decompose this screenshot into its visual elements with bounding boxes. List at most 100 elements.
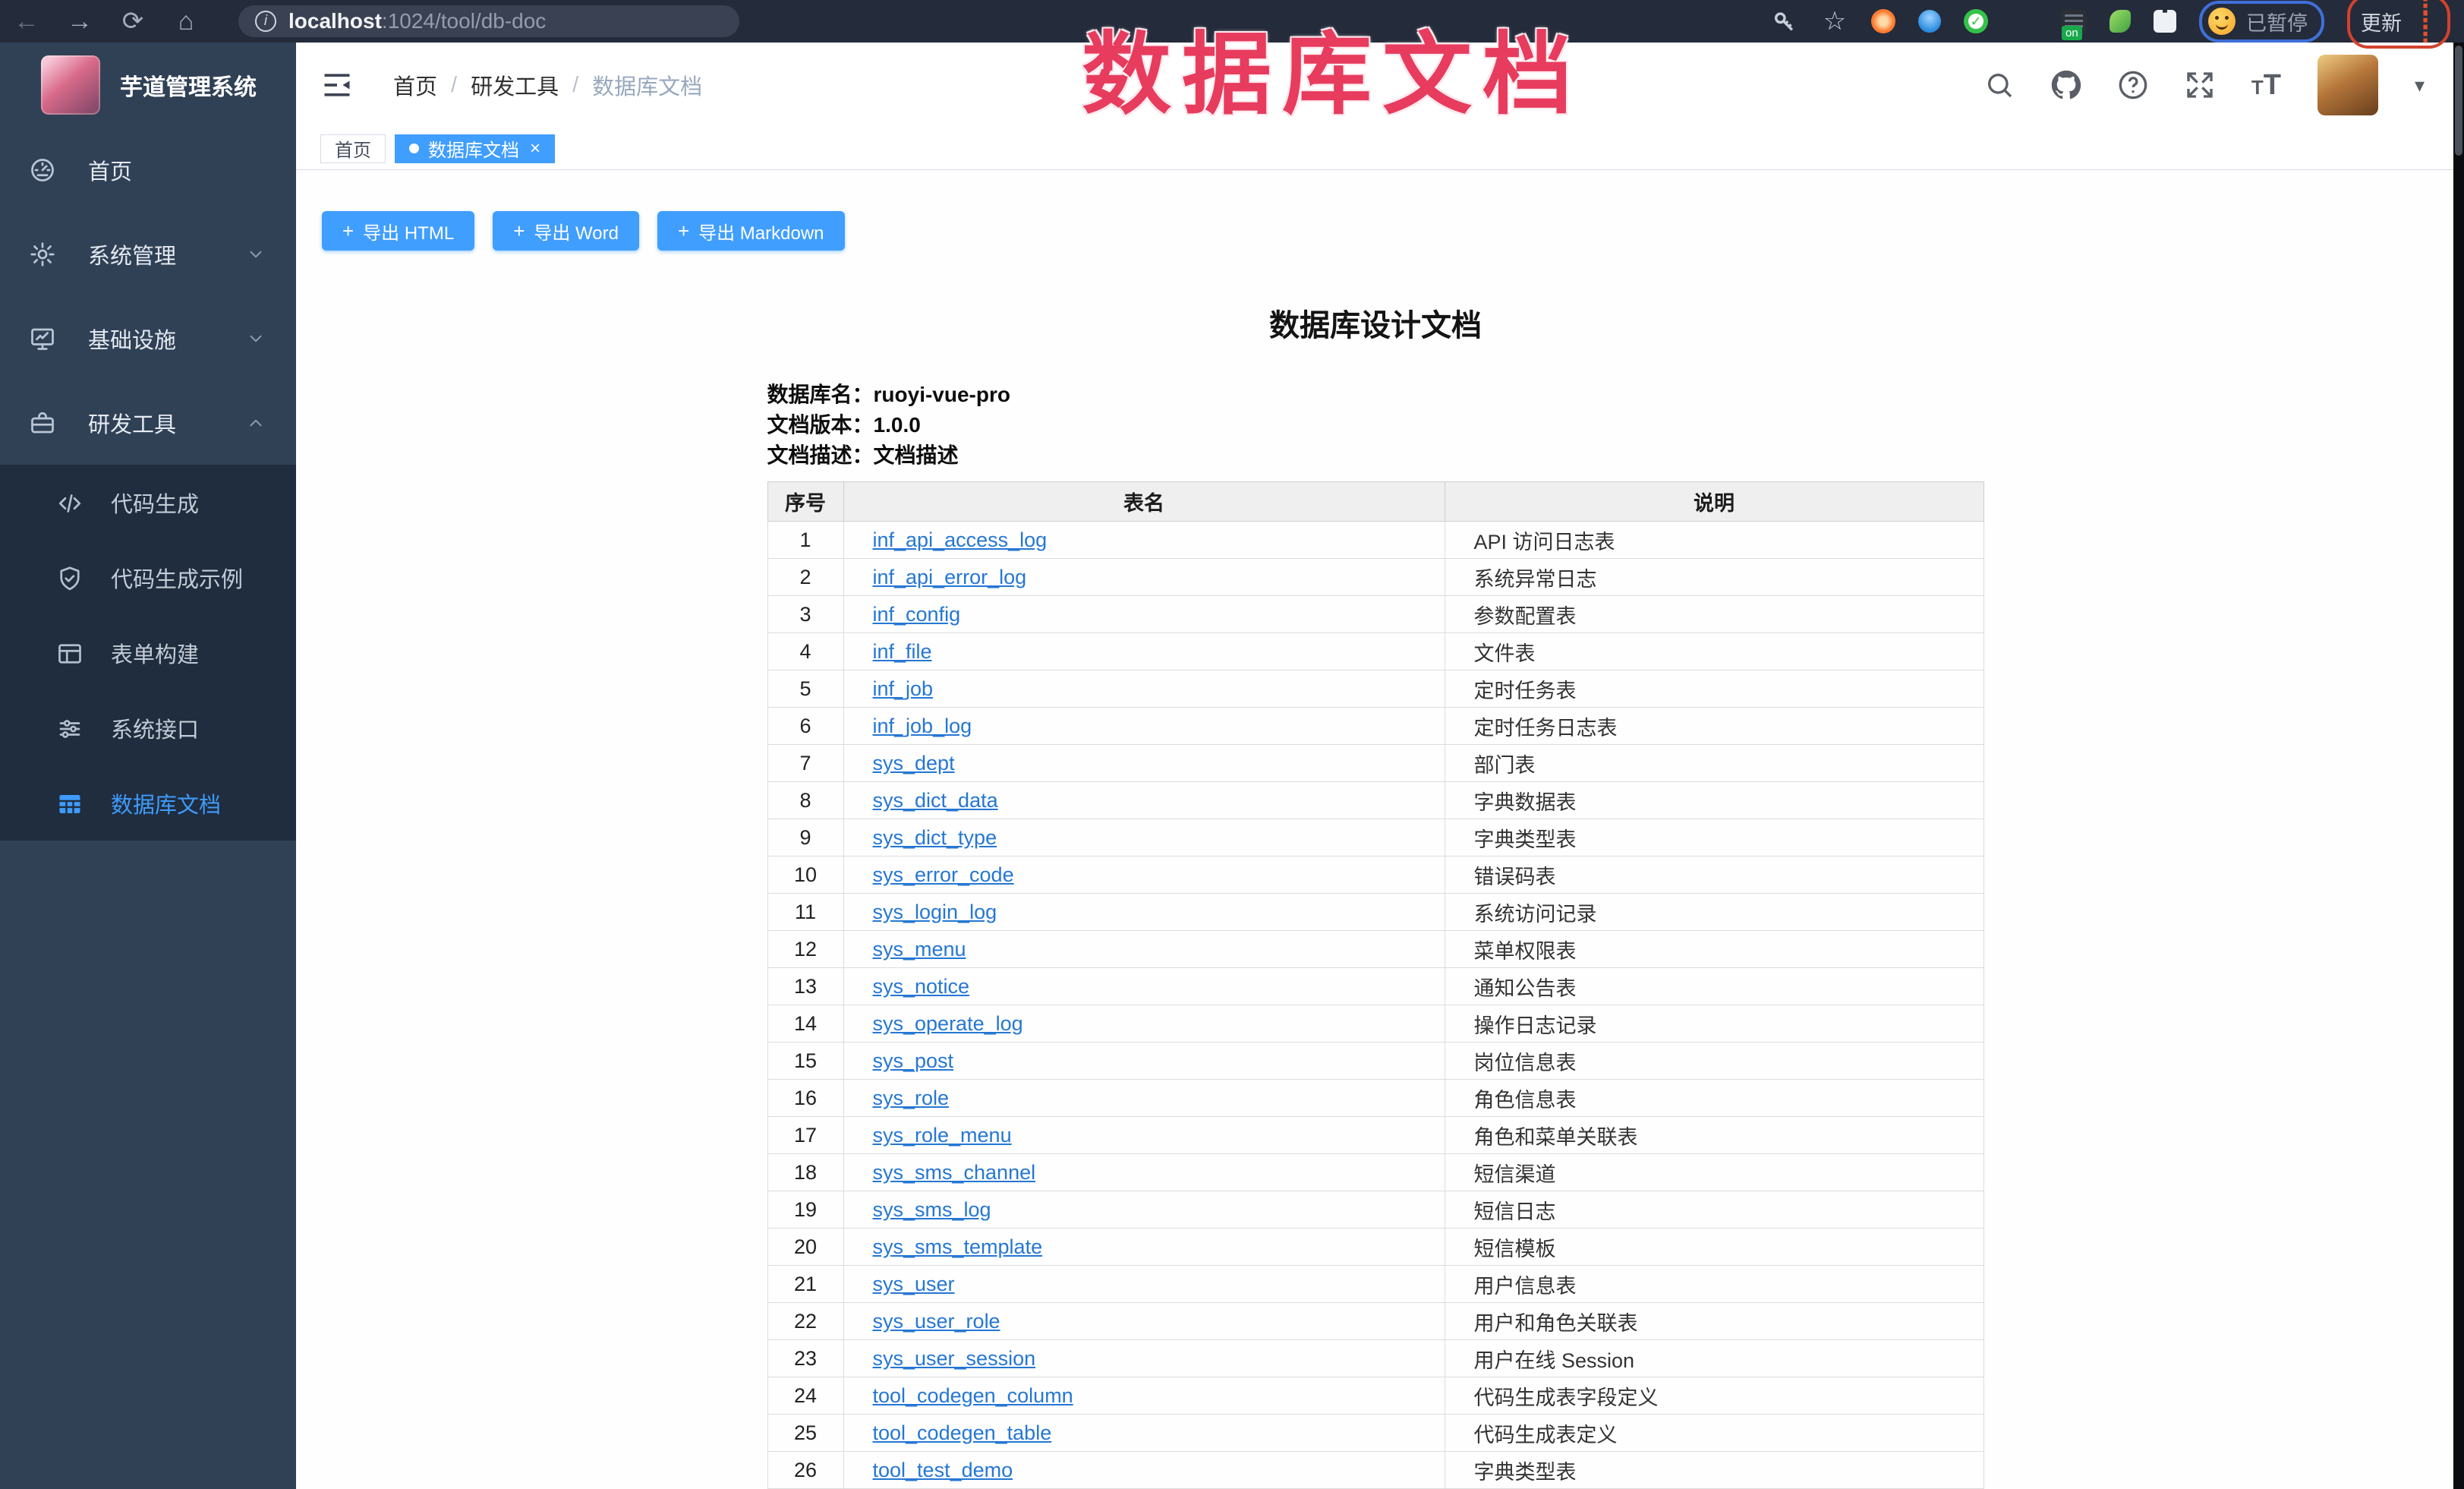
chevron-down-icon[interactable]: ▾	[2415, 74, 2425, 97]
plus-icon: +	[342, 219, 354, 243]
address-bar[interactable]: i localhost:1024/tool/db-doc	[238, 5, 739, 37]
table-name-link[interactable]: sys_operate_log	[873, 1012, 1023, 1035]
table-name-link[interactable]: inf_config	[873, 603, 961, 626]
scrollbar-thumb[interactable]	[2455, 46, 2462, 156]
table-desc-cell: 错误码表	[1445, 856, 1983, 894]
extension-leaf-icon[interactable]	[2110, 10, 2131, 33]
refresh-icon[interactable]: ⟳	[106, 6, 159, 36]
table-desc-cell: 操作日志记录	[1445, 1005, 1983, 1043]
table-name-link[interactable]: inf_job_log	[873, 715, 972, 737]
table-name-link[interactable]: sys_sms_channel	[873, 1161, 1036, 1184]
user-avatar[interactable]	[2317, 55, 2378, 115]
tab-首页[interactable]: 首页	[320, 134, 386, 163]
database-document: 数据库设计文档 数据库名：ruoyi-vue-pro文档版本：1.0.0文档描述…	[767, 301, 1984, 1489]
table-name-link[interactable]: sys_user_session	[873, 1347, 1036, 1370]
table-name-link[interactable]: sys_menu	[873, 938, 966, 961]
sidebar-item-monitor[interactable]: 基础设施	[0, 296, 296, 380]
key-icon[interactable]	[1771, 8, 1798, 35]
sidebar-subitem-table[interactable]: 数据库文档	[0, 765, 296, 841]
header-actions: TT ▾	[1984, 55, 2425, 115]
document-meta-line: 数据库名：ruoyi-vue-pro	[767, 380, 1984, 410]
table-name-link[interactable]: inf_job	[873, 677, 934, 700]
back-icon[interactable]: ←	[0, 7, 53, 36]
extension-grid-icon[interactable]	[2011, 8, 2038, 35]
browser-menu-icon[interactable]: ⋮⋮⋮	[2414, 0, 2437, 43]
row-index-cell: 9	[767, 819, 843, 856]
table-name-cell: inf_job	[843, 670, 1445, 708]
table-name-link[interactable]: sys_login_log	[873, 901, 997, 923]
table-name-link[interactable]: sys_user_role	[873, 1310, 1000, 1333]
sidebar-item-gear[interactable]: 系统管理	[0, 212, 296, 296]
table-name-link[interactable]: sys_role	[873, 1087, 950, 1109]
forward-icon[interactable]: →	[53, 7, 106, 36]
export-button[interactable]: +导出 Word	[493, 211, 639, 251]
table-name-link[interactable]: tool_codegen_table	[873, 1421, 1052, 1444]
table-name-link[interactable]: sys_dict_data	[873, 789, 998, 812]
fullscreen-icon[interactable]	[2185, 70, 2215, 100]
table-name-link[interactable]: sys_error_code	[873, 863, 1014, 886]
row-index-cell: 15	[767, 1043, 843, 1080]
sidebar-item-toolbox[interactable]: 研发工具	[0, 380, 296, 465]
sidebar-subitem-label: 系统接口	[111, 712, 199, 744]
table-name-link[interactable]: inf_api_access_log	[873, 528, 1048, 551]
table-name-link[interactable]: sys_dept	[873, 752, 955, 774]
profile-paused-badge[interactable]: 已暂停	[2199, 1, 2324, 43]
table-name-cell: sys_post	[843, 1043, 1445, 1080]
table-name-link[interactable]: sys_dict_type	[873, 826, 997, 849]
table-row: 19sys_sms_log短信日志	[767, 1191, 1983, 1229]
breadcrumb-item[interactable]: 研发工具	[471, 69, 559, 101]
app-logo-row[interactable]: 芋道管理系统	[0, 43, 296, 128]
sidebar-collapse-icon[interactable]	[320, 68, 354, 102]
table-name-link[interactable]: sys_post	[873, 1049, 954, 1072]
row-index-cell: 26	[767, 1452, 843, 1489]
extension-green-check-icon[interactable]: ✓	[1964, 9, 1988, 33]
browser-update-button[interactable]: 更新 ⋮⋮⋮	[2347, 0, 2450, 49]
table-desc-cell: 系统访问记录	[1445, 894, 1983, 931]
breadcrumb-item[interactable]: 首页	[393, 69, 437, 101]
search-icon[interactable]	[1984, 70, 2015, 100]
site-info-icon[interactable]: i	[255, 11, 276, 32]
tab-close-icon[interactable]: ×	[530, 138, 540, 159]
table-name-link[interactable]: tool_test_demo	[873, 1459, 1013, 1481]
tab-数据库文档[interactable]: 数据库文档×	[395, 134, 555, 163]
sidebar-subitem-code[interactable]: 代码生成	[0, 465, 296, 540]
table-name-link[interactable]: sys_notice	[873, 975, 970, 998]
help-icon[interactable]	[2118, 70, 2148, 100]
sidebar-subitem-label: 数据库文档	[111, 787, 221, 819]
chevron-up-icon	[246, 413, 266, 433]
table-name-link[interactable]: tool_codegen_column	[873, 1384, 1073, 1407]
export-button[interactable]: +导出 HTML	[322, 211, 474, 251]
table-name-link[interactable]: sys_role_menu	[873, 1124, 1012, 1147]
github-icon[interactable]	[2051, 70, 2081, 100]
sidebar-item-dashboard[interactable]: 首页	[0, 128, 296, 212]
plus-icon: +	[678, 219, 689, 243]
sidebar-subitem-shield-check[interactable]: 代码生成示例	[0, 540, 296, 615]
extension-on-badge-icon[interactable]	[2061, 10, 2087, 33]
sidebar-subitem-form[interactable]: 表单构建	[0, 615, 296, 690]
export-button[interactable]: +导出 Markdown	[657, 211, 845, 251]
extension-orange-icon[interactable]	[1871, 9, 1895, 33]
table-desc-cell: 部门表	[1445, 745, 1983, 782]
extension-blue-icon[interactable]	[1918, 10, 1941, 33]
table-desc-cell: 角色信息表	[1445, 1080, 1983, 1117]
table-name-cell: sys_dict_data	[843, 782, 1445, 819]
tab-bar: 首页数据库文档×	[296, 128, 2455, 170]
table-name-link[interactable]: sys_sms_log	[873, 1198, 991, 1221]
table-name-link[interactable]: sys_user	[873, 1273, 955, 1295]
vertical-scrollbar[interactable]	[2453, 43, 2464, 1489]
table-name-link[interactable]: inf_file	[873, 640, 932, 663]
table-name-cell: sys_menu	[843, 931, 1445, 968]
row-index-cell: 11	[767, 894, 843, 931]
chevron-down-icon	[246, 244, 266, 264]
table-row: 1inf_api_access_logAPI 访问日志表	[767, 522, 1983, 559]
row-index-cell: 1	[767, 522, 843, 559]
sidebar-subitem-sliders[interactable]: 系统接口	[0, 690, 296, 765]
bookmark-star-icon[interactable]: ☆	[1821, 8, 1848, 35]
extensions-puzzle-icon[interactable]	[2154, 10, 2176, 33]
table-desc-cell: 字典类型表	[1445, 819, 1983, 856]
table-name-link[interactable]: inf_api_error_log	[873, 566, 1027, 588]
font-size-icon[interactable]: TT	[2251, 69, 2281, 102]
table-row: 24tool_codegen_column代码生成表字段定义	[767, 1377, 1983, 1415]
table-name-link[interactable]: sys_sms_template	[873, 1235, 1043, 1258]
home-icon[interactable]: ⌂	[159, 7, 213, 36]
